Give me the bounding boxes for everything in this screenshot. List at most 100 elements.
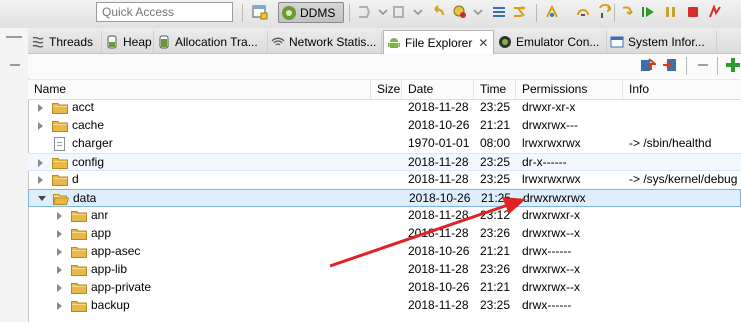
quick-access-input[interactable] <box>96 2 233 22</box>
chevron-down-icon[interactable] <box>470 4 486 20</box>
system-information-icon <box>610 36 624 48</box>
file-date: 2018-11-28 <box>408 298 469 312</box>
file-name: app-private <box>91 280 152 294</box>
minimize-icon[interactable] <box>6 36 22 38</box>
file-permissions: dr-x------ <box>522 155 567 169</box>
push-file-icon[interactable] <box>662 57 678 73</box>
tab-file-explorer[interactable]: File Explorer ✕ <box>383 30 494 54</box>
file-date: 2018-10-26 <box>408 118 470 132</box>
table-row[interactable]: acct 2018-11-28 23:25 drwxr-xr-x <box>28 99 741 117</box>
file-info <box>629 297 741 315</box>
toolbar-separator <box>536 4 537 22</box>
table-row[interactable]: anr 2018-11-28 23:12 drwxrwxr-x <box>28 207 741 225</box>
chevron-down-icon[interactable] <box>410 4 426 20</box>
pull-file-icon[interactable] <box>640 57 656 73</box>
tab-label: Allocation Tra... <box>175 35 258 49</box>
table-row[interactable]: cache 2018-10-26 21:21 drwxrwx--- <box>28 117 741 135</box>
back-arrow-icon[interactable] <box>430 4 446 20</box>
chevron-down-icon[interactable] <box>38 196 46 201</box>
chevron-right-icon[interactable] <box>38 176 43 184</box>
left-view-strip <box>0 28 29 322</box>
file-permissions: drwxrwx--x <box>522 226 580 240</box>
delete-icon[interactable] <box>695 57 711 73</box>
file-info <box>629 207 741 225</box>
file-explorer-table: Name Size Date Time Permissions Info acc… <box>28 79 741 322</box>
file-info <box>629 225 741 243</box>
chevron-right-icon[interactable] <box>38 122 43 130</box>
file-name: app <box>91 226 112 240</box>
file-time: 23:25 <box>480 172 511 186</box>
column-header-permissions[interactable]: Permissions <box>516 80 623 99</box>
tab-emulator-control[interactable]: Emulator Con... <box>495 31 607 53</box>
file-info <box>629 279 741 297</box>
file-name: cache <box>72 118 105 132</box>
column-header-info[interactable]: Info <box>623 80 741 99</box>
folder-icon <box>71 301 87 312</box>
chevron-right-icon[interactable] <box>57 284 62 292</box>
chevron-right-icon[interactable] <box>57 230 62 238</box>
chevron-down-icon[interactable] <box>375 4 391 20</box>
step-into-icon[interactable] <box>620 4 636 20</box>
toolbar-separator <box>686 57 687 75</box>
folder-icon <box>53 194 69 205</box>
tab-heap[interactable]: Heap <box>102 31 154 53</box>
chevron-right-icon[interactable] <box>57 266 62 274</box>
chevron-right-icon[interactable] <box>38 159 43 167</box>
resume-icon[interactable] <box>640 4 656 20</box>
column-header-date[interactable]: Date <box>402 80 474 99</box>
debug-selected-process-icon[interactable] <box>356 4 372 20</box>
folder-icon <box>52 121 68 132</box>
toolbar-separator <box>614 4 615 22</box>
folder-icon <box>71 211 87 222</box>
file-date: 1970-01-01 <box>408 136 470 150</box>
file-date: 2018-11-28 <box>408 262 469 276</box>
new-folder-icon[interactable] <box>725 57 741 73</box>
column-header-size[interactable]: Size <box>371 80 402 99</box>
table-row[interactable]: app-lib 2018-11-28 23:26 drwxrwx--x <box>28 261 741 279</box>
table-row[interactable]: charger 1970-01-01 08:00 lrwxrwxrwx -> /sbin… <box>28 135 741 153</box>
dump-hprof-icon[interactable] <box>452 4 468 20</box>
update-threads-icon[interactable] <box>491 4 507 20</box>
open-perspective-icon[interactable] <box>252 4 268 20</box>
folder-icon <box>52 175 68 186</box>
update-heap-icon[interactable] <box>391 4 407 20</box>
file-info: -> /sbin/healthd <box>629 136 712 150</box>
suspend-icon[interactable] <box>663 4 679 20</box>
table-row[interactable]: config 2018-11-28 23:25 dr-x------ <box>28 153 741 171</box>
file-name: backup <box>91 298 130 312</box>
column-header-time[interactable]: Time <box>474 80 516 99</box>
toolbar-separator <box>717 57 718 75</box>
file-time: 23:25 <box>480 155 511 169</box>
table-row[interactable]: app-private 2018-10-26 21:21 drwxrwx--x <box>28 279 741 297</box>
file-date: 2018-11-28 <box>408 100 469 114</box>
file-info: -> /sys/kernel/debug <box>629 172 738 186</box>
disconnect-icon[interactable] <box>707 4 723 20</box>
file-permissions: drwx------ <box>522 244 572 258</box>
chevron-right-icon[interactable] <box>57 248 62 256</box>
tab-threads[interactable]: Threads <box>28 31 102 53</box>
screen-capture-icon[interactable] <box>575 4 591 20</box>
table-row[interactable]: app 2018-11-28 23:26 drwxrwx--x <box>28 225 741 243</box>
tab-label: File Explorer <box>405 35 473 50</box>
table-row[interactable]: backup 2018-11-28 23:25 drwx------ <box>28 297 741 315</box>
chevron-right-icon[interactable] <box>38 104 43 112</box>
close-icon[interactable]: ✕ <box>478 36 488 50</box>
table-row[interactable]: data 2018-10-26 21:25 drwxrwxrwx <box>28 189 741 207</box>
table-row[interactable]: app-asec 2018-10-26 21:21 drwx------ <box>28 243 741 261</box>
chevron-right-icon[interactable] <box>57 302 62 310</box>
tab-network-statistics[interactable]: Network Statis... <box>268 31 382 53</box>
file-name: acct <box>72 100 95 114</box>
column-header-name[interactable]: Name <box>28 80 371 99</box>
reset-adb-icon[interactable] <box>597 4 613 20</box>
start-method-profiling-icon[interactable] <box>544 4 560 20</box>
terminate-icon[interactable] <box>685 4 701 20</box>
file-date: 2018-11-28 <box>408 172 469 186</box>
file-permissions: drwxrwx--x <box>522 262 580 276</box>
file-time: 23:26 <box>480 226 511 240</box>
tab-allocation-tracker[interactable]: Allocation Tra... <box>154 31 268 53</box>
table-row[interactable]: d 2018-11-28 23:25 lrwxrwxrwx -> /sys/kernel… <box>28 171 741 189</box>
cause-gc-icon[interactable] <box>512 4 528 20</box>
chevron-right-icon[interactable] <box>57 212 62 220</box>
tab-system-information[interactable]: System Infor... <box>607 31 717 53</box>
ddms-perspective-button[interactable]: DDMS <box>278 2 344 23</box>
